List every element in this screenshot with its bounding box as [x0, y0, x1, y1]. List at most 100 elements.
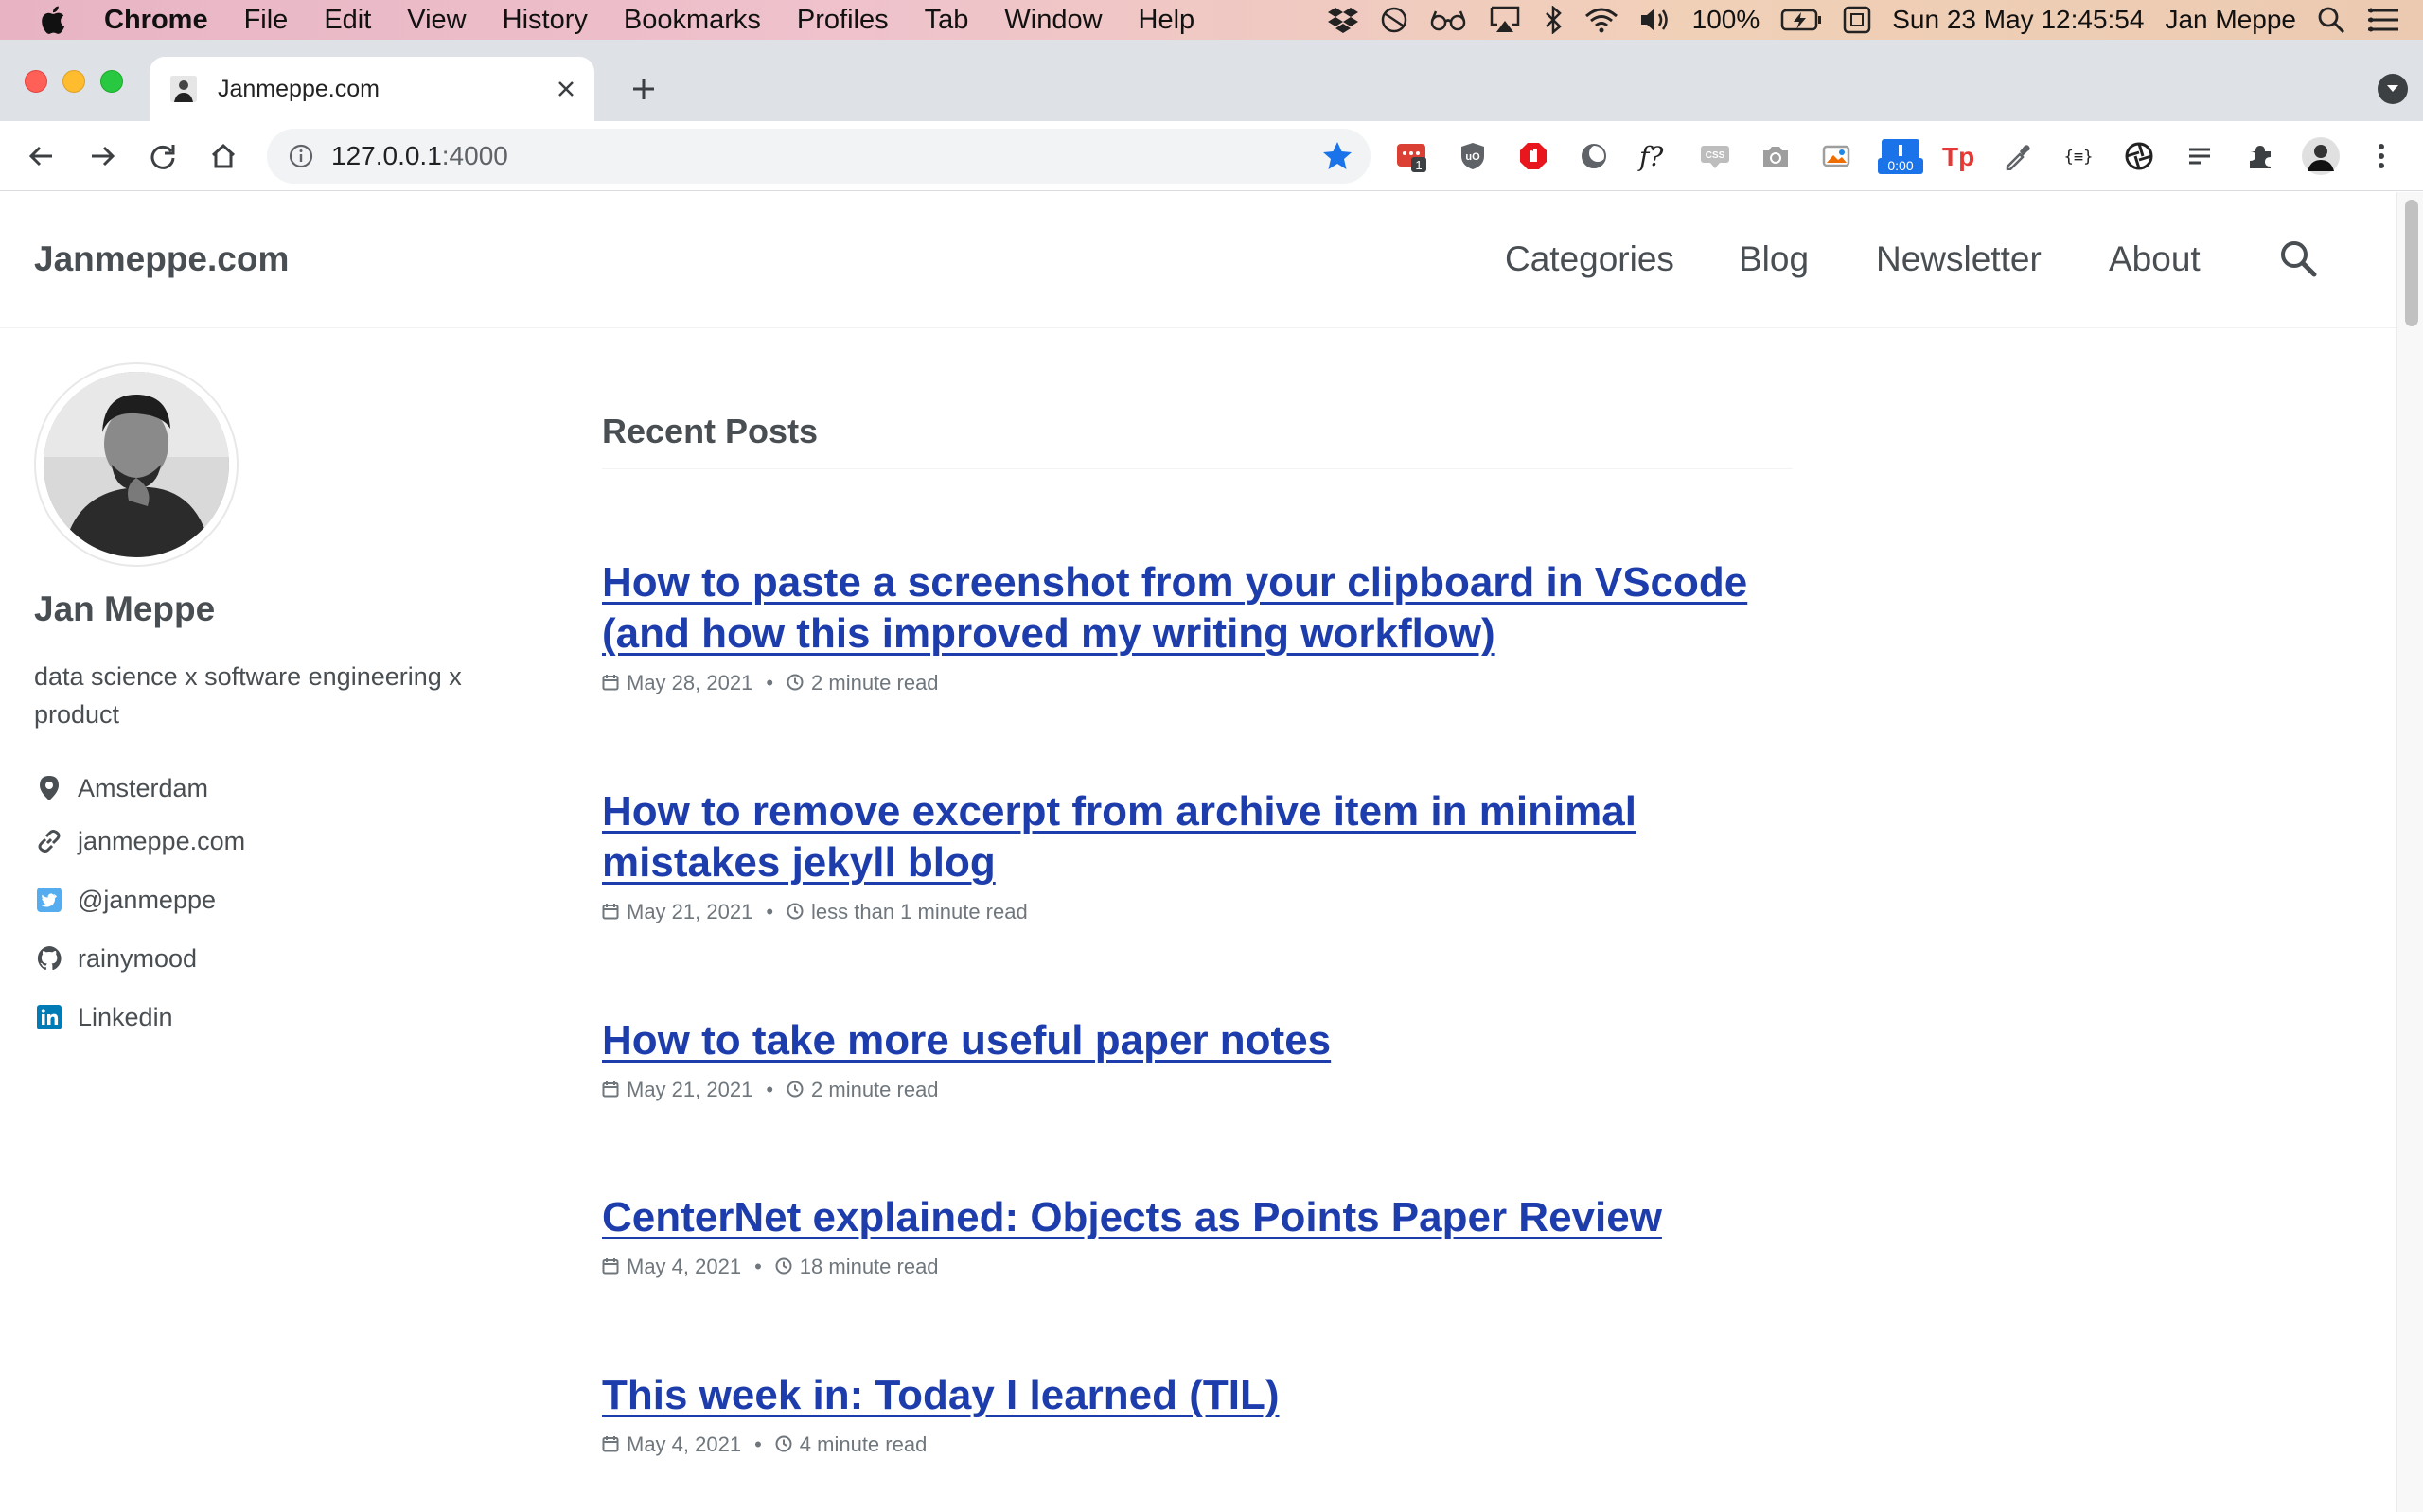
address-bar[interactable]: 127.0.0.1:4000 [267, 129, 1371, 184]
clock-icon [775, 1257, 794, 1276]
post-read-time: less than 1 minute read [811, 900, 1028, 923]
battery-percentage[interactable]: 100% [1692, 5, 1760, 35]
post-title-link[interactable]: CenterNet explained: Objects as Points P… [602, 1192, 1793, 1243]
svg-text:uO: uO [1465, 151, 1480, 163]
json-viewer-extension-icon[interactable]: {≡} [2060, 137, 2097, 175]
author-linkedin-link[interactable]: Linkedin [34, 998, 173, 1036]
keyboard-shortcut-icon[interactable] [1843, 6, 1871, 34]
menu-edit[interactable]: Edit [324, 5, 371, 36]
back-button[interactable] [23, 137, 61, 175]
menu-file[interactable]: File [244, 5, 289, 36]
extensions-puzzle-icon[interactable] [2241, 137, 2279, 175]
site-info-icon[interactable] [286, 141, 316, 171]
menu-app-name[interactable]: Chrome [104, 5, 208, 36]
reload-button[interactable] [144, 137, 182, 175]
menu-history[interactable]: History [503, 5, 588, 36]
menu-help[interactable]: Help [1139, 5, 1195, 36]
wifi-icon[interactable] [1584, 7, 1618, 33]
screenshot-extension-icon[interactable] [1817, 137, 1855, 175]
arrow-left-icon [28, 146, 52, 167]
volume-icon[interactable] [1639, 7, 1671, 33]
site-title-link[interactable]: Janmeppe.com [34, 239, 289, 279]
meta-separator: • [766, 1078, 774, 1101]
nav-categories[interactable]: Categories [1505, 239, 1674, 279]
post-date: May 4, 2021 [627, 1255, 742, 1278]
nav-newsletter[interactable]: Newsletter [1876, 239, 2042, 279]
reading-list-icon[interactable] [2181, 137, 2219, 175]
post-read-time: 2 minute read [811, 671, 939, 694]
darkreader-extension-icon[interactable] [1575, 137, 1613, 175]
menu-tab[interactable]: Tab [925, 5, 969, 36]
post-title-link[interactable]: How to paste a screenshot from your clip… [602, 557, 1793, 659]
tab-search-button[interactable] [2378, 74, 2408, 104]
nav-about[interactable]: About [2109, 239, 2201, 279]
meta-separator: • [754, 1433, 762, 1456]
menu-profiles[interactable]: Profiles [797, 5, 889, 36]
aperture-extension-icon[interactable] [2120, 137, 2158, 175]
todoist-extension-icon[interactable]: 1 [1393, 137, 1431, 175]
forward-button[interactable] [83, 137, 121, 175]
page-scrollbar[interactable] [2396, 192, 2423, 1512]
eyedropper-extension-icon[interactable] [1999, 137, 2037, 175]
chrome-menu-icon[interactable] [2362, 137, 2400, 175]
textpander-extension-icon[interactable]: Tp [1938, 137, 1976, 175]
author-website-link[interactable]: janmeppe.com [34, 822, 245, 860]
post-meta: May 21, 2021 • less than 1 minute read [602, 898, 1793, 926]
nav-blog[interactable]: Blog [1739, 239, 1809, 279]
fontanello-extension-icon[interactable]: f? [1636, 137, 1673, 175]
css-extension-icon[interactable]: CSS [1696, 137, 1734, 175]
plus-icon [633, 79, 654, 99]
new-tab-button[interactable] [623, 68, 664, 110]
menu-bookmarks[interactable]: Bookmarks [624, 5, 761, 36]
reload-icon [150, 145, 175, 169]
focus-mode-icon[interactable] [1380, 6, 1408, 34]
url-text[interactable]: 127.0.0.1:4000 [331, 141, 508, 171]
post-item: This week in: Today I learned (TIL) May … [602, 1370, 1793, 1459]
post-item: CenterNet explained: Objects as Points P… [602, 1192, 1793, 1281]
ublock-extension-icon[interactable]: uO [1454, 137, 1492, 175]
bookmark-star-icon[interactable] [1321, 140, 1353, 172]
post-title-link[interactable]: This week in: Today I learned (TIL) [602, 1370, 1793, 1421]
meta-separator: • [766, 900, 774, 923]
meta-separator: • [754, 1255, 762, 1278]
menubar-user[interactable]: Jan Meppe [2165, 5, 2296, 35]
airplay-icon[interactable] [1488, 6, 1522, 34]
macos-menu-bar: Chrome File Edit View History Bookmarks … [0, 0, 2423, 40]
post-date: May 28, 2021 [627, 671, 753, 694]
author-github-link[interactable]: rainymood [34, 940, 197, 977]
timer-extension-icon[interactable]: 0:00 [1878, 137, 1923, 175]
calendar-icon [602, 1435, 621, 1454]
battery-icon[interactable] [1780, 8, 1822, 32]
control-center-icon[interactable] [2366, 7, 2400, 33]
site-search-icon[interactable] [2279, 239, 2317, 277]
recent-posts-heading: Recent Posts [602, 412, 1793, 469]
post-title-link[interactable]: How to take more useful paper notes [602, 1015, 1793, 1066]
author-twitter-link[interactable]: @janmeppe [34, 881, 216, 919]
post-title-link[interactable]: How to remove excerpt from archive item … [602, 786, 1793, 888]
menu-view[interactable]: View [407, 5, 466, 36]
tab-janmeppe[interactable]: Janmeppe.com [150, 57, 594, 121]
window-zoom-button[interactable] [100, 70, 123, 93]
window-minimize-button[interactable] [62, 70, 85, 93]
window-close-button[interactable] [25, 70, 47, 93]
calendar-icon [602, 1081, 621, 1099]
tab-close-icon[interactable] [547, 70, 585, 108]
post-date: May 21, 2021 [627, 1078, 753, 1101]
bluetooth-icon[interactable] [1543, 6, 1564, 34]
home-icon [211, 143, 236, 168]
glasses-icon[interactable] [1429, 8, 1467, 32]
scrollbar-thumb[interactable] [2405, 200, 2418, 326]
apple-icon[interactable] [38, 4, 66, 36]
clock-icon [775, 1435, 794, 1454]
twitter-icon [34, 885, 64, 915]
adblock-extension-icon[interactable] [1514, 137, 1552, 175]
menu-window[interactable]: Window [1004, 5, 1102, 36]
menubar-datetime[interactable]: Sun 23 May 12:45:54 [1892, 5, 2144, 35]
clock-icon [787, 1081, 805, 1099]
camera-extension-icon[interactable] [1757, 137, 1795, 175]
profile-avatar[interactable] [2302, 137, 2340, 175]
home-button[interactable] [204, 137, 242, 175]
dropbox-icon[interactable] [1327, 6, 1359, 34]
post-date: May 4, 2021 [627, 1433, 742, 1456]
spotlight-search-icon[interactable] [2317, 6, 2345, 34]
